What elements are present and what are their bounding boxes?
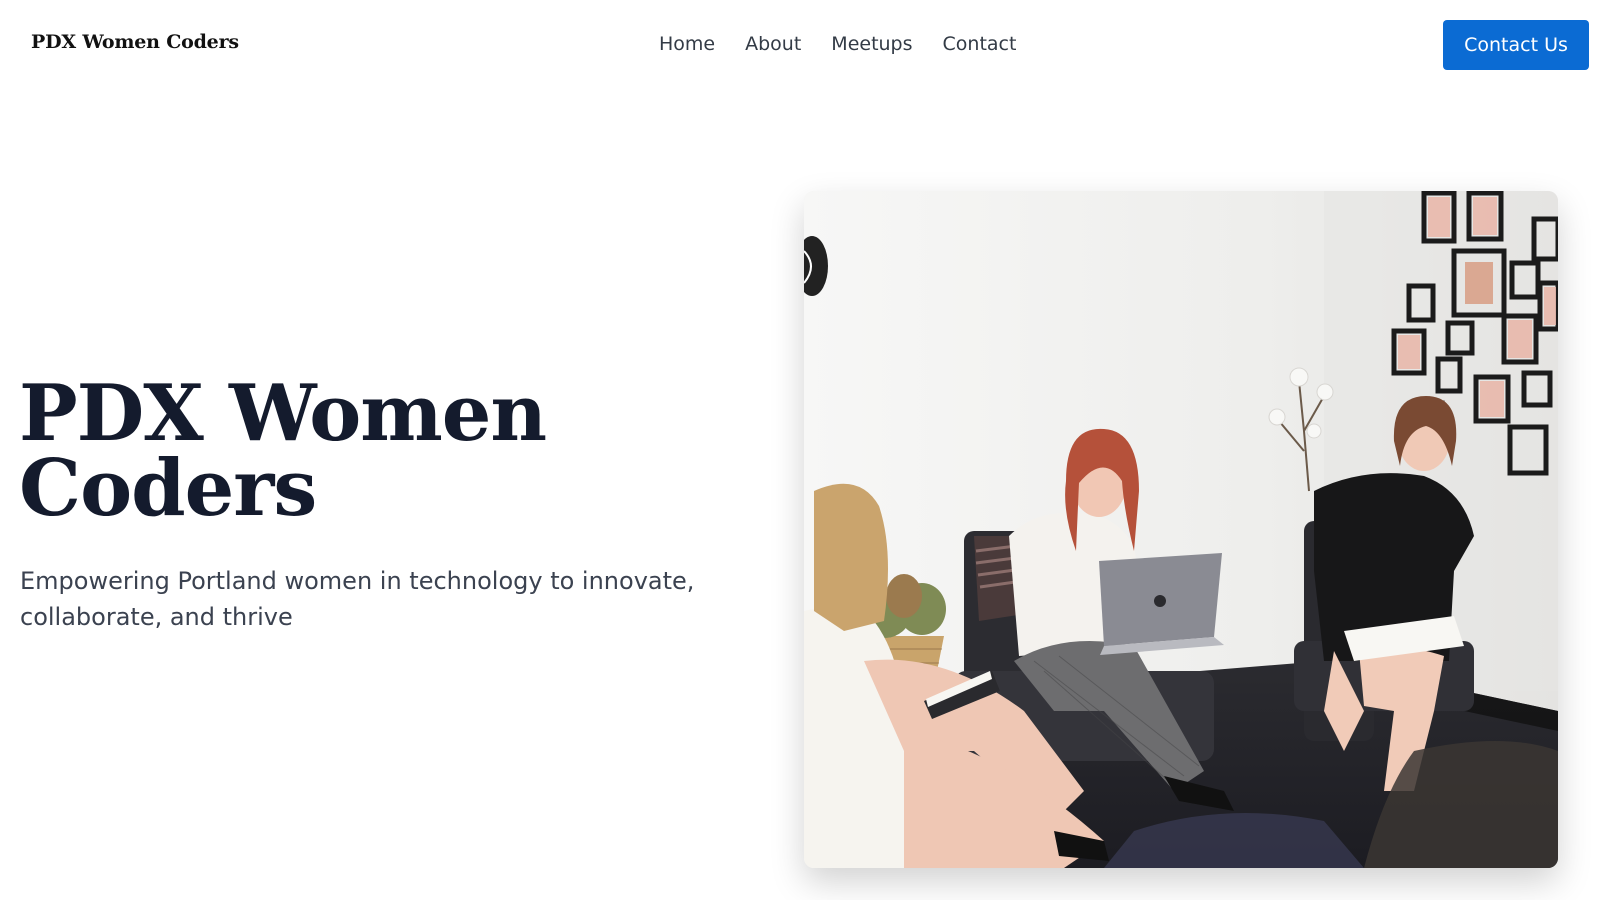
- hero-photo: [804, 191, 1558, 868]
- page: PDX Women Coders Home About Meetups Cont…: [0, 0, 1600, 900]
- nav-link-home[interactable]: Home: [659, 33, 715, 55]
- hero-subtitle: Empowering Portland women in technology …: [20, 567, 695, 631]
- hero-title: PDX Women Coders: [19, 375, 739, 528]
- hero-photo-illustration: [804, 191, 1558, 868]
- nav-link-about[interactable]: About: [745, 33, 801, 55]
- contact-us-button[interactable]: Contact Us: [1443, 20, 1589, 70]
- site-header: PDX Women Coders Home About Meetups Cont…: [0, 0, 1600, 90]
- site-logo-text[interactable]: PDX Women Coders: [31, 31, 239, 53]
- hero-title-line-2: Coders: [19, 443, 317, 534]
- main-nav: Home About Meetups Contact: [659, 33, 1016, 55]
- nav-link-meetups[interactable]: Meetups: [831, 33, 912, 55]
- nav-link-contact[interactable]: Contact: [943, 33, 1017, 55]
